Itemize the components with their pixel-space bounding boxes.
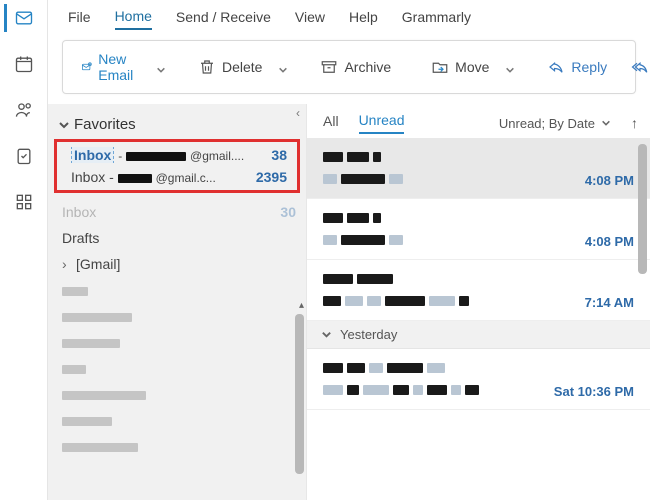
archive-icon (320, 58, 338, 76)
folder-item[interactable] (48, 329, 306, 355)
reply-all-icon (631, 58, 649, 76)
message-item[interactable]: 4:08 PM (307, 138, 650, 199)
unread-count: 2395 (250, 169, 287, 185)
people-icon (14, 100, 34, 120)
body-split: ‹ Favorites Inbox - @gmail.... 38 (48, 104, 650, 500)
move-label: Move (455, 59, 489, 75)
new-email-label: New Email (98, 51, 140, 83)
new-email-button[interactable]: New Email (73, 47, 148, 87)
calendar-icon (14, 54, 34, 74)
scroll-up-arrow[interactable]: ▴ (299, 300, 304, 311)
folder-item[interactable] (48, 303, 306, 329)
folder-inbox[interactable]: Inbox 30 (48, 199, 306, 225)
folder-list: Inbox 30 Drafts › [Gmail] (48, 197, 306, 459)
calendar-rail-button[interactable] (6, 50, 42, 78)
message-item[interactable]: Sat 10:36 PM (307, 349, 650, 410)
navigation-rail (0, 0, 48, 500)
message-time: 7:14 AM (585, 295, 634, 310)
reply-icon (547, 58, 565, 76)
menu-view[interactable]: View (295, 9, 325, 29)
folder-item[interactable] (48, 433, 306, 459)
message-list-header: All Unread Unread; By Date ↑ (307, 104, 650, 138)
menu-send-receive[interactable]: Send / Receive (176, 9, 271, 29)
delete-dropdown[interactable] (278, 62, 288, 72)
chevron-down-icon (601, 118, 611, 128)
archive-button[interactable]: Archive (312, 54, 399, 80)
folder-drafts[interactable]: Drafts (48, 225, 306, 251)
menu-help[interactable]: Help (349, 9, 378, 29)
favorites-label: Favorites (74, 116, 136, 133)
reply-label: Reply (571, 59, 607, 75)
folder-item[interactable] (48, 277, 306, 303)
folder-scrollbar-thumb[interactable] (295, 314, 304, 474)
mail-rail-button[interactable] (4, 4, 40, 32)
message-list-pane: All Unread Unread; By Date ↑ 4:08 PM (306, 104, 650, 500)
chevron-down-icon (58, 119, 70, 131)
menu-grammarly[interactable]: Grammarly (402, 9, 471, 29)
favorites-header[interactable]: Favorites (48, 112, 306, 139)
filter-all[interactable]: All (323, 113, 339, 133)
delete-icon (198, 58, 216, 76)
reply-all-button[interactable]: R (623, 54, 650, 80)
message-time: 4:08 PM (585, 234, 634, 249)
highlight-annotation: Inbox - @gmail.... 38 Inbox - @gmail.c..… (54, 139, 300, 193)
mail-icon (14, 8, 34, 28)
folder-label: Inbox - @gmail.c... (71, 169, 250, 185)
message-time: 4:08 PM (585, 173, 634, 188)
apps-rail-button[interactable] (6, 188, 42, 216)
sort-direction-toggle[interactable]: ↑ (631, 115, 638, 131)
folder-label: Inbox - @gmail.... (71, 147, 265, 163)
move-dropdown[interactable] (505, 62, 515, 72)
new-email-icon (81, 58, 92, 76)
message-scrollbar-thumb[interactable] (638, 144, 647, 274)
filter-unread[interactable]: Unread (359, 112, 405, 134)
menu-home[interactable]: Home (115, 8, 152, 30)
menu-bar: File Home Send / Receive View Help Gramm… (48, 0, 650, 34)
group-yesterday-header[interactable]: Yesterday (307, 321, 650, 349)
tasks-rail-button[interactable] (6, 142, 42, 170)
message-item[interactable]: 4:08 PM (307, 199, 650, 260)
menu-file[interactable]: File (68, 9, 91, 29)
folder-item[interactable] (48, 355, 306, 381)
folder-pane: ‹ Favorites Inbox - @gmail.... 38 (48, 104, 306, 500)
collapse-folder-pane[interactable]: ‹ (296, 106, 300, 120)
delete-label: Delete (222, 59, 262, 75)
move-button[interactable]: Move (423, 54, 497, 80)
message-time: Sat 10:36 PM (554, 384, 634, 399)
delete-button[interactable]: Delete (190, 54, 270, 80)
reply-button[interactable]: Reply (539, 54, 615, 80)
new-email-dropdown[interactable] (156, 62, 166, 72)
unread-count: 38 (265, 147, 287, 163)
move-icon (431, 58, 449, 76)
people-rail-button[interactable] (6, 96, 42, 124)
favorite-inbox-1[interactable]: Inbox - @gmail.... 38 (57, 144, 297, 166)
ribbon-wrap: New Email Delete Archive Move (48, 34, 650, 104)
favorite-inbox-2[interactable]: Inbox - @gmail.c... 2395 (57, 166, 297, 188)
folder-item[interactable] (48, 381, 306, 407)
ribbon-toolbar: New Email Delete Archive Move (62, 40, 636, 94)
folder-gmail-group[interactable]: › [Gmail] (48, 251, 306, 277)
main-area: File Home Send / Receive View Help Gramm… (48, 0, 650, 500)
message-list: 4:08 PM 4:08 PM 7:14 AM Yesterday (307, 138, 650, 500)
sort-dropdown[interactable]: Unread; By Date (499, 116, 611, 131)
chevron-down-icon (321, 329, 332, 340)
tasks-icon (14, 146, 34, 166)
archive-label: Archive (344, 59, 391, 75)
message-item[interactable]: 7:14 AM (307, 260, 650, 321)
apps-icon (14, 192, 34, 212)
folder-item[interactable] (48, 407, 306, 433)
